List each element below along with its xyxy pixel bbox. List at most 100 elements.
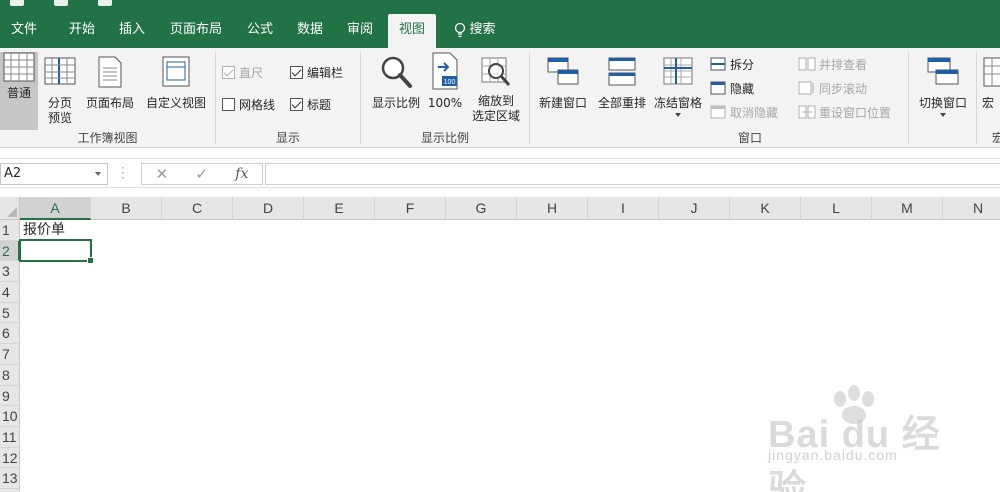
- enter-icon[interactable]: ✓: [195, 165, 208, 183]
- freeze-panes-button[interactable]: 冻结窗格: [650, 50, 706, 117]
- row-header-6[interactable]: 6: [0, 323, 20, 345]
- select-all-button[interactable]: [0, 197, 20, 220]
- switch-windows-button[interactable]: 切换窗口: [912, 50, 974, 117]
- unhide-icon: [710, 105, 726, 119]
- split-icon: [710, 57, 726, 71]
- tab-1[interactable]: 开始: [58, 14, 106, 48]
- tab-0[interactable]: 文件: [0, 14, 48, 48]
- row-header-2[interactable]: 2: [0, 240, 20, 262]
- gridlines-checkbox[interactable]: 网格线: [222, 94, 275, 114]
- switch-windows-label: 切换窗口: [918, 96, 967, 110]
- name-box-dropdown-icon[interactable]: [95, 172, 101, 176]
- column-header-k[interactable]: K: [730, 197, 801, 220]
- column-header-e[interactable]: E: [304, 197, 375, 220]
- formula-input[interactable]: [265, 163, 1000, 185]
- zoom-button[interactable]: 显示比例: [365, 50, 427, 111]
- tab-2[interactable]: 插入: [108, 14, 156, 48]
- zoom-to-selection-button[interactable]: 缩放到 选定区域: [465, 50, 527, 124]
- zoom-100-icon: 100: [432, 52, 458, 90]
- title-bar: 文件 开始 插入 页面布局 公式 数据 审阅 视图 搜索: [0, 0, 1000, 48]
- custom-views-button[interactable]: 自定义视图: [140, 50, 212, 111]
- freeze-panes-dropdown-icon[interactable]: [675, 113, 681, 117]
- tab-6[interactable]: 审阅: [336, 14, 384, 48]
- gridlines-check-box[interactable]: [222, 97, 235, 111]
- group-window: 新建窗口 全部重排 冻结窗格 拆分 隐藏 取消隐藏 并排查看 同步滚动 重设窗口…: [530, 48, 909, 148]
- row-header-12[interactable]: 12: [0, 447, 20, 469]
- split-button[interactable]: 拆分: [710, 54, 754, 74]
- tab-4[interactable]: 公式: [236, 14, 284, 48]
- row-header-1[interactable]: 1: [0, 220, 20, 241]
- column-header-b[interactable]: B: [91, 197, 162, 220]
- column-header-c[interactable]: C: [162, 197, 233, 220]
- macros-icon: [983, 57, 1000, 87]
- cancel-icon[interactable]: ✕: [156, 165, 169, 183]
- cell-a1[interactable]: 报价单: [23, 221, 65, 239]
- formula-bar-buttons: ✕ ✓ fx: [141, 163, 263, 185]
- window-group-label: 窗口: [737, 131, 762, 145]
- tab-7[interactable]: 视图: [388, 14, 436, 48]
- column-header-d[interactable]: D: [233, 197, 304, 220]
- switch-windows-dropdown-icon[interactable]: [940, 113, 946, 117]
- hide-button[interactable]: 隐藏: [710, 78, 754, 98]
- page-layout-icon: [98, 56, 122, 88]
- hide-icon: [710, 81, 726, 95]
- arrange-all-button[interactable]: 全部重排: [592, 50, 652, 111]
- tab-label: 插入: [118, 22, 145, 37]
- tab-3[interactable]: 页面布局: [158, 14, 234, 48]
- cell-area[interactable]: 报价单: [19, 220, 1000, 492]
- name-box[interactable]: A2: [0, 163, 108, 185]
- row-header-8[interactable]: 8: [0, 364, 20, 386]
- column-header-l[interactable]: L: [801, 197, 872, 220]
- column-header-j[interactable]: J: [659, 197, 730, 220]
- tab-8[interactable]: 搜索: [440, 14, 510, 48]
- undo-icon[interactable]: [54, 0, 68, 6]
- formula-bar-check-box[interactable]: [290, 65, 303, 79]
- page-layout-label: 页面布局: [85, 96, 134, 110]
- new-window-button[interactable]: 新建窗口: [532, 50, 594, 111]
- row-header-5[interactable]: 5: [0, 302, 20, 324]
- formula-bar-resize-icon[interactable]: · · ·: [121, 162, 125, 184]
- group-switch-windows: 切换窗口: [910, 48, 974, 148]
- headings-check-box[interactable]: [290, 97, 303, 111]
- column-header-f[interactable]: F: [375, 197, 446, 220]
- page-break-preview-button[interactable]: 分页 预览: [40, 50, 80, 126]
- column-header-m[interactable]: M: [872, 197, 943, 220]
- row-headers: 1234567891011121314: [0, 220, 20, 492]
- headings-label: 标题: [307, 97, 332, 112]
- column-header-h[interactable]: H: [517, 197, 588, 220]
- row-header-13[interactable]: 13: [0, 468, 20, 489]
- page-layout-view-button[interactable]: 页面布局: [82, 50, 138, 111]
- column-header-g[interactable]: G: [446, 197, 517, 220]
- formula-bar: A2 · · · ✕ ✓ fx: [0, 158, 1000, 188]
- macros-button[interactable]: 宏: [982, 50, 1000, 111]
- save-icon[interactable]: [10, 0, 24, 6]
- arrange-all-label: 全部重排: [597, 96, 646, 110]
- column-header-i[interactable]: I: [588, 197, 659, 220]
- quick-access-toolbar: [10, 0, 112, 8]
- row-header-10[interactable]: 10: [0, 406, 20, 427]
- freeze-panes-icon: [663, 57, 693, 85]
- custom-views-icon: [162, 56, 190, 87]
- new-window-label: 新建窗口: [538, 96, 587, 110]
- row-header-9[interactable]: 9: [0, 385, 20, 407]
- zoom-100-button[interactable]: 100 100%: [425, 50, 465, 111]
- formula-bar-checkbox[interactable]: 编辑栏: [290, 62, 343, 82]
- row-header-11[interactable]: 11: [0, 426, 20, 448]
- magnifier-icon: [381, 56, 412, 88]
- headings-checkbox[interactable]: 标题: [290, 94, 331, 114]
- tab-label: 开始: [68, 22, 95, 37]
- normal-view-icon: [3, 52, 35, 82]
- macros-label: 宏: [982, 96, 995, 110]
- row-header-7[interactable]: 7: [0, 344, 20, 365]
- row-header-3[interactable]: 3: [0, 261, 20, 283]
- normal-view-button[interactable]: 普通: [0, 52, 38, 130]
- column-header-a[interactable]: A: [20, 197, 91, 220]
- column-header-n[interactable]: N: [943, 197, 1000, 220]
- group-macros: 宏 宏: [978, 48, 1000, 148]
- zoom-to-selection-label-1: 缩放到: [477, 94, 514, 108]
- active-cell-a2[interactable]: [19, 239, 94, 264]
- insert-function-icon[interactable]: fx: [235, 166, 248, 182]
- row-header-4[interactable]: 4: [0, 282, 20, 303]
- tab-5[interactable]: 数据: [286, 14, 334, 48]
- redo-icon[interactable]: [98, 0, 112, 6]
